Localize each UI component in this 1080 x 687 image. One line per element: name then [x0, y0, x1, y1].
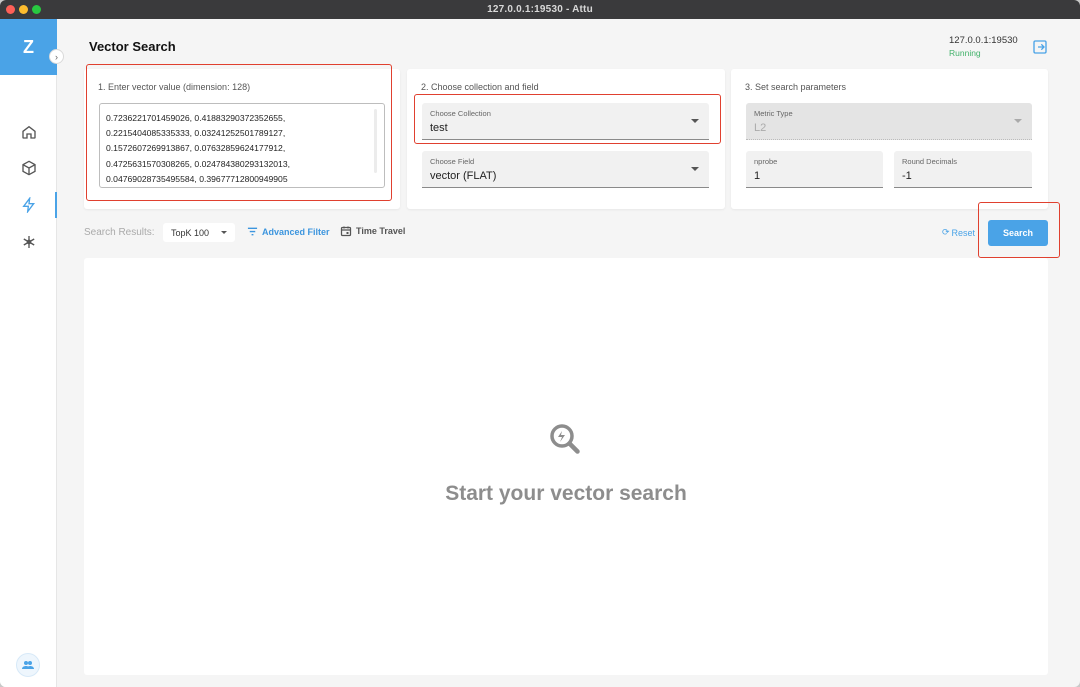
vector-input-scrollbar[interactable]: [374, 109, 377, 173]
search-params-card: 3. Set search parameters Metric Type L2 …: [731, 69, 1048, 209]
nav-vector-search[interactable]: [0, 192, 57, 218]
chevron-down-icon: [221, 231, 227, 234]
close-window-button[interactable]: [6, 5, 15, 14]
chevron-right-icon: ›: [55, 51, 58, 62]
topk-value: TopK 100: [171, 227, 210, 238]
lightning-icon: [21, 197, 35, 213]
chevron-down-icon: [1014, 119, 1022, 123]
users-button[interactable]: [16, 653, 40, 677]
time-travel-label: Time Travel: [356, 226, 406, 236]
nprobe-value: 1: [754, 170, 761, 182]
field-select[interactable]: Choose Field vector (FLAT): [422, 151, 709, 188]
step3-title: 3. Set search parameters: [745, 82, 847, 92]
collection-card: 2. Choose collection and field Choose Co…: [407, 69, 725, 209]
logout-icon[interactable]: [1032, 39, 1048, 55]
nav-system[interactable]: [0, 229, 57, 255]
reset-button[interactable]: ⟳ Reset: [942, 227, 975, 238]
time-travel-button[interactable]: Time Travel: [340, 225, 405, 237]
empty-state-message: Start your vector search: [445, 482, 687, 505]
maximize-window-button[interactable]: [32, 5, 41, 14]
page-title: Vector Search: [89, 39, 176, 54]
server-info: 127.0.0.1:19530 Running: [949, 35, 1018, 58]
server-address: 127.0.0.1:19530: [949, 35, 1018, 46]
vector-input[interactable]: 0.7236221701459026, 0.41883290372352655,…: [99, 103, 385, 188]
advanced-filter-label: Advanced Filter: [262, 226, 330, 237]
users-icon: [22, 661, 34, 669]
sidebar: Z: [0, 19, 57, 687]
round-decimals-input[interactable]: Round Decimals -1: [894, 151, 1032, 188]
nprobe-input[interactable]: nprobe 1: [746, 151, 883, 188]
chevron-down-icon: [691, 119, 699, 123]
collection-select-value: test: [430, 122, 448, 134]
window-title: 127.0.0.1:19530 - Attu: [487, 4, 593, 15]
collection-select[interactable]: Choose Collection test: [422, 103, 709, 140]
nav-home[interactable]: [0, 119, 57, 145]
minimize-window-button[interactable]: [19, 5, 28, 14]
home-icon: [21, 125, 36, 139]
nav-collections[interactable]: [0, 155, 57, 181]
server-status: Running: [949, 48, 981, 58]
collection-select-label: Choose Collection: [430, 109, 491, 118]
search-button[interactable]: Search: [988, 220, 1048, 246]
field-select-value: vector (FLAT): [430, 170, 497, 182]
app-window: 127.0.0.1:19530 - Attu Z › Vector Search…: [0, 0, 1080, 687]
calendar-icon: [340, 226, 352, 237]
search-empty-icon: [550, 424, 580, 454]
title-bar: 127.0.0.1:19530 - Attu: [0, 0, 1080, 19]
field-select-label: Choose Field: [430, 157, 475, 166]
filter-icon: [247, 227, 258, 236]
advanced-filter-button[interactable]: Advanced Filter: [247, 226, 330, 237]
chevron-down-icon: [691, 167, 699, 171]
sidebar-toggle-button[interactable]: ›: [49, 49, 64, 64]
metric-type-value: L2: [754, 122, 767, 134]
nprobe-label: nprobe: [754, 157, 778, 166]
round-decimals-label: Round Decimals: [902, 157, 958, 166]
search-results-label: Search Results:: [84, 227, 155, 238]
reset-label: Reset: [951, 227, 976, 238]
attu-logo[interactable]: Z: [0, 19, 57, 75]
round-decimals-value: -1: [902, 170, 912, 182]
topk-select[interactable]: TopK 100: [163, 223, 235, 242]
step1-title: 1. Enter vector value (dimension: 128): [98, 82, 251, 92]
asterisk-icon: [22, 236, 35, 248]
metric-type-select: Metric Type L2: [746, 103, 1032, 140]
vector-input-card: 1. Enter vector value (dimension: 128) 0…: [84, 69, 400, 209]
step2-title: 2. Choose collection and field: [421, 82, 539, 92]
metric-type-label: Metric Type: [754, 109, 793, 118]
refresh-icon: ⟳: [942, 227, 950, 237]
cube-icon: [21, 160, 36, 176]
results-panel: Start your vector search: [84, 258, 1048, 675]
